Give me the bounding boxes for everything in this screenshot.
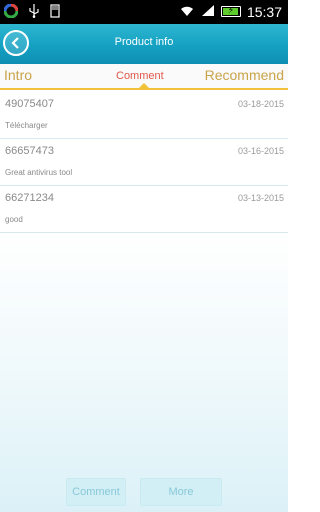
comment-list: 49075407 03-18-2015 Télécharger 66657473… xyxy=(0,92,288,233)
comment-item: 66657473 03-16-2015 Great antivirus tool xyxy=(0,139,288,186)
comment-user: 66657473 xyxy=(5,145,54,157)
comment-text: Great antivirus tool xyxy=(5,168,73,177)
comment-user: 66271234 xyxy=(5,192,54,204)
sd-card-icon xyxy=(50,3,60,22)
comment-button[interactable]: Comment xyxy=(66,478,126,506)
wifi-icon xyxy=(179,2,195,21)
battery-charging-icon: ⚡ xyxy=(220,6,241,17)
app-header: Product info xyxy=(0,24,288,64)
comment-text: good xyxy=(5,215,23,224)
comment-date: 03-13-2015 xyxy=(237,193,284,203)
page-title: Product info xyxy=(114,36,174,48)
status-bar: ⚡ 15:37 xyxy=(0,0,288,24)
usb-icon xyxy=(28,3,40,22)
comment-user: 49075407 xyxy=(5,98,54,110)
tab-recommend[interactable]: Recommend xyxy=(205,67,284,83)
tab-intro[interactable]: Intro xyxy=(4,67,32,83)
comment-item: 66271234 03-13-2015 good xyxy=(0,186,288,233)
comment-date: 03-18-2015 xyxy=(237,99,284,109)
signal-icon xyxy=(201,2,215,21)
clock: 15:37 xyxy=(246,3,282,20)
app-logo-icon xyxy=(3,3,19,22)
tab-comment[interactable]: Comment xyxy=(116,70,164,82)
comment-date: 03-16-2015 xyxy=(237,146,284,156)
more-button[interactable]: More xyxy=(140,478,222,506)
comment-text: Télécharger xyxy=(5,121,48,130)
comment-item: 49075407 03-18-2015 Télécharger xyxy=(0,92,288,139)
tab-bar: Intro Comment Recommend xyxy=(0,64,288,90)
active-tab-indicator xyxy=(139,83,149,88)
bottom-bar: Comment More xyxy=(0,466,288,512)
